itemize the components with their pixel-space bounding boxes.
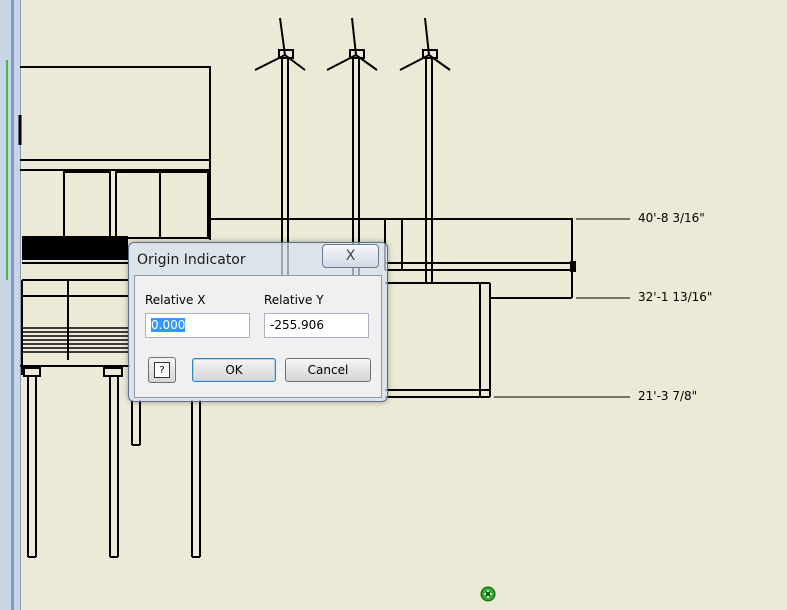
- ok-button[interactable]: OK: [192, 358, 276, 382]
- close-icon: X: [345, 248, 356, 264]
- elevation-leaders: [494, 218, 630, 398]
- close-button[interactable]: X: [322, 244, 379, 268]
- wind-turbine: [399, 17, 451, 283]
- relative-x-label: Relative X: [145, 293, 206, 307]
- help-icon: ?: [154, 362, 170, 378]
- elevation-label: 21'-3 7/8": [638, 389, 698, 403]
- cancel-button[interactable]: Cancel: [285, 358, 371, 382]
- relative-y-label: Relative Y: [264, 293, 324, 307]
- drawing-canvas[interactable]: [0, 0, 787, 610]
- dialog-title: Origin Indicator: [137, 252, 246, 268]
- relative-y-value: -255.906: [270, 318, 324, 332]
- origin-indicator-icon[interactable]: [480, 586, 496, 602]
- relative-x-input[interactable]: 0.000: [145, 313, 250, 338]
- elevation-label: 40'-8 3/16": [638, 211, 705, 225]
- relative-y-input[interactable]: -255.906: [264, 313, 369, 338]
- help-button[interactable]: ?: [148, 357, 176, 383]
- origin-indicator-dialog: Origin Indicator X Relative X 0.000 Rela…: [128, 242, 388, 402]
- relative-x-value: 0.000: [151, 318, 186, 332]
- elevation-label: 32'-1 13/16": [638, 290, 713, 304]
- dialog-body: Relative X 0.000 Relative Y -255.906 ? O…: [134, 275, 382, 398]
